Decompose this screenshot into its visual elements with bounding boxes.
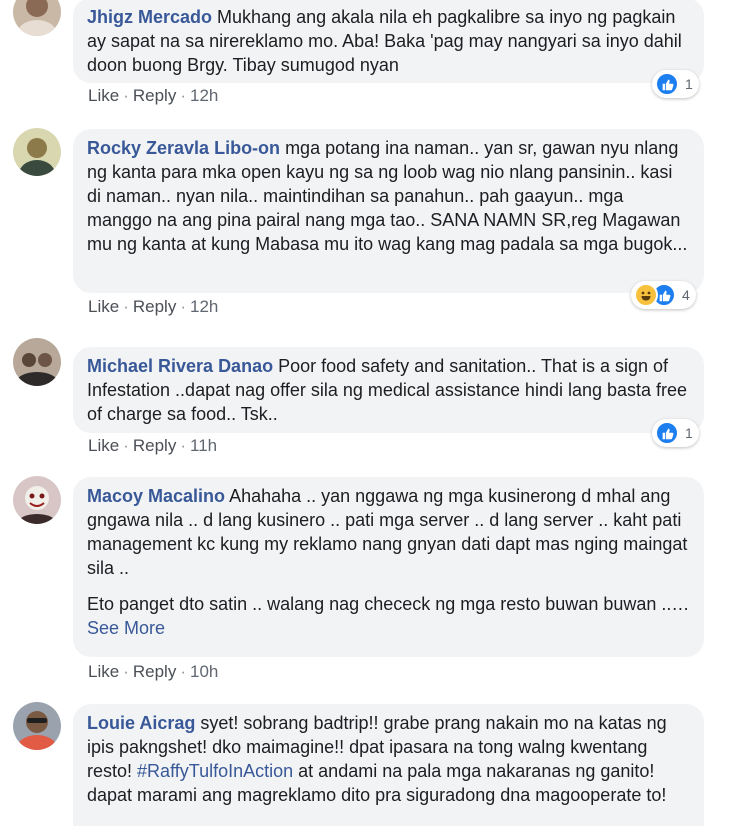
separator: · — [180, 436, 186, 455]
like-link[interactable]: Like — [88, 662, 119, 681]
haha-icon — [634, 283, 658, 307]
comment-timestamp[interactable]: 10h — [190, 662, 218, 681]
comment-bubble: Rocky Zeravla Libo-on mga potang ina nam… — [73, 129, 704, 293]
reply-link[interactable]: Reply — [133, 662, 176, 681]
comment-bubble: Macoy Macalino Ahahaha .. yan nggawa ng … — [73, 477, 704, 657]
reaction-count: 1 — [685, 425, 693, 441]
comment-actions: Like · Reply · 11h — [88, 436, 217, 456]
comment-paragraph: Macoy Macalino Ahahaha .. yan nggawa ng … — [87, 484, 690, 580]
like-link[interactable]: Like — [88, 436, 119, 455]
separator: · — [180, 297, 186, 316]
separator: · — [123, 662, 129, 681]
separator: · — [123, 297, 129, 316]
comment-text-continued: Eto panget dto satin .. walang nag chece… — [87, 594, 690, 614]
like-icon — [655, 72, 679, 96]
separator: · — [180, 662, 186, 681]
separator: · — [123, 86, 129, 105]
comment-bubble: Jhigz Mercado Mukhang ang akala nila eh … — [73, 0, 704, 83]
reaction-summary[interactable]: 1 — [652, 419, 699, 447]
comment-author[interactable]: Jhigz Mercado — [87, 7, 212, 27]
comment-author[interactable]: Rocky Zeravla Libo-on — [87, 138, 280, 158]
hashtag-link[interactable]: #RaffyTulfoInAction — [137, 761, 293, 781]
avatar[interactable] — [13, 476, 61, 524]
reaction-count: 4 — [682, 287, 690, 303]
reaction-count: 1 — [685, 76, 693, 92]
comment-actions: Like · Reply · 12h — [88, 86, 218, 106]
like-link[interactable]: Like — [88, 297, 119, 316]
separator: · — [180, 86, 186, 105]
like-link[interactable]: Like — [88, 86, 119, 105]
comment-author[interactable]: Michael Rivera Danao — [87, 356, 273, 376]
avatar[interactable] — [13, 338, 61, 386]
reaction-summary[interactable]: 1 — [652, 70, 699, 98]
like-icon — [655, 421, 679, 445]
reply-link[interactable]: Reply — [133, 436, 176, 455]
comment-paragraph: Eto panget dto satin .. walang nag chece… — [87, 592, 690, 640]
avatar[interactable] — [13, 702, 61, 750]
comment-actions: Like · Reply · 12h — [88, 297, 218, 317]
comment-timestamp[interactable]: 11h — [190, 436, 217, 455]
comment-timestamp[interactable]: 12h — [190, 297, 218, 316]
comment-author[interactable]: Macoy Macalino — [87, 486, 225, 506]
reply-link[interactable]: Reply — [133, 86, 176, 105]
avatar[interactable] — [13, 128, 61, 176]
comment-bubble: Louie Aicrag syet! sobrang badtrip!! gra… — [73, 704, 704, 826]
separator: · — [123, 436, 129, 455]
reaction-summary[interactable]: 4 — [631, 281, 696, 309]
see-more-link[interactable]: See More — [87, 618, 165, 638]
comment-bubble: Michael Rivera Danao Poor food safety an… — [73, 347, 704, 433]
avatar[interactable] — [13, 0, 61, 36]
reply-link[interactable]: Reply — [133, 297, 176, 316]
comment-timestamp[interactable]: 12h — [190, 86, 218, 105]
comment-actions: Like · Reply · 10h — [88, 662, 218, 682]
comment-author[interactable]: Louie Aicrag — [87, 713, 195, 733]
